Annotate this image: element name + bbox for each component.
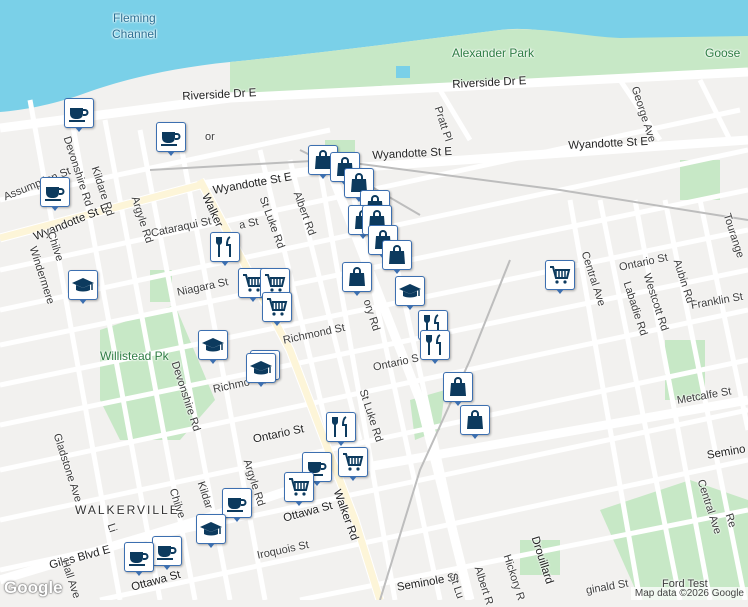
school-icon (395, 276, 425, 306)
restaurant-marker[interactable] (326, 412, 356, 446)
coffee-icon (156, 122, 186, 152)
shop-marker[interactable] (342, 262, 372, 296)
cart-marker[interactable] (545, 260, 575, 294)
cart-marker[interactable] (338, 447, 368, 481)
school-icon (198, 330, 228, 360)
area-label-walkerville: WALKERVILLE (75, 503, 180, 517)
restaurant-icon (420, 330, 450, 360)
shop-marker[interactable] (443, 372, 473, 406)
park-label-willistead: Willistead Pk (100, 349, 169, 363)
shop-icon (443, 372, 473, 402)
shop-icon (342, 262, 372, 292)
school-marker[interactable] (68, 270, 98, 304)
coffee-marker[interactable] (152, 536, 182, 570)
restaurant-marker[interactable] (210, 232, 240, 266)
cart-icon (262, 292, 292, 322)
park-label-alexander: Alexander Park (452, 46, 535, 60)
coffee-marker[interactable] (40, 177, 70, 211)
transit-label: or (205, 131, 215, 143)
park-label-goose: Goose (705, 46, 741, 60)
shop-icon (382, 240, 412, 270)
pond (396, 66, 410, 78)
school-marker[interactable] (395, 276, 425, 310)
school-marker[interactable] (198, 330, 228, 364)
coffee-icon (40, 177, 70, 207)
water-label-fleming-channel: Fleming Channel (112, 11, 157, 41)
school-marker[interactable] (246, 353, 276, 387)
coffee-icon (222, 488, 252, 518)
google-logo: Google (4, 578, 63, 597)
restaurant-icon (210, 232, 240, 262)
coffee-icon (152, 536, 182, 566)
green-right-field (680, 160, 720, 200)
cart-icon (284, 472, 314, 502)
coffee-marker[interactable] (156, 122, 186, 156)
shop-icon (460, 405, 490, 435)
school-icon (68, 270, 98, 300)
coffee-marker[interactable] (124, 542, 154, 576)
shop-marker[interactable] (382, 240, 412, 274)
map-attribution[interactable]: Map data ©2026 Google (630, 587, 748, 600)
cart-marker[interactable] (284, 472, 314, 506)
coffee-icon (124, 542, 154, 572)
school-icon (246, 353, 276, 383)
coffee-marker[interactable] (222, 488, 252, 522)
shop-marker[interactable] (460, 405, 490, 439)
coffee-icon (64, 98, 94, 128)
school-icon (196, 514, 226, 544)
restaurant-icon (326, 412, 356, 442)
cart-icon (338, 447, 368, 477)
cart-marker[interactable] (262, 292, 292, 326)
coffee-marker[interactable] (64, 98, 94, 132)
school-marker[interactable] (196, 514, 226, 548)
restaurant-marker[interactable] (420, 330, 450, 364)
cart-icon (545, 260, 575, 290)
